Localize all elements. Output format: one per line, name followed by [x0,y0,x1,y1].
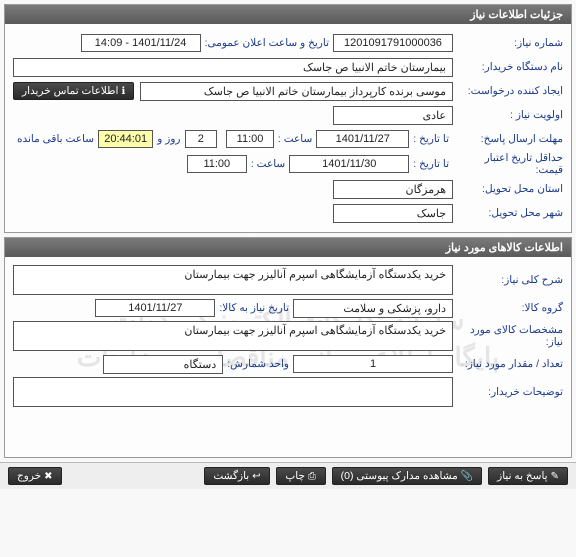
desc-value: خرید یکدستگاه آزمایشگاهی اسپرم آنالیزر ج… [13,265,453,295]
panel1-title: جزئیات اطلاعات نیاز [5,5,571,24]
desc-label: شرح کلی نیاز: [453,274,563,286]
need-no-label: شماره نیاز: [453,37,563,49]
requester-value: موسی برنده کارپرداز بیمارستان خاتم الانب… [140,82,453,101]
reply-label: پاسخ به نیاز [497,470,547,482]
price-valid-time: 11:00 [187,155,247,173]
back-button[interactable]: ↩ بازگشت [204,467,269,485]
reply-icon: ✎ [551,471,559,482]
spec-value: خرید یکدستگاه آزمایشگاهی اسپرم آنالیزر ج… [13,321,453,351]
qty-label: تعداد / مقدار مورد نیاز: [453,358,563,370]
group-value: دارو، پزشکی و سلامت [293,299,453,318]
time-label-1: ساعت : [274,133,316,145]
back-label: بازگشت [213,470,249,482]
buyer-value: بیمارستان خاتم الانبیا ص جاسک [13,58,453,77]
deadline-time: 11:00 [226,130,274,148]
attach-label: مشاهده مدارک پیوستی (0) [341,470,458,482]
exit-button[interactable]: ✖ خروج [8,467,62,485]
price-valid-label: حداقل تاریخ اعتبار قیمت: [453,152,563,176]
print-icon: ⎙ [308,471,316,482]
exit-label: خروج [17,470,41,482]
back-icon: ↩ [252,471,260,482]
need-details-panel: جزئیات اطلاعات نیاز شماره نیاز: 12010917… [4,4,572,233]
exit-icon: ✖ [44,471,52,482]
province-label: استان محل تحویل: [453,183,563,195]
view-attachments-button[interactable]: 📎 مشاهده مدارک پیوستی (0) [332,467,483,485]
city-value: جاسک [333,204,453,223]
print-label: چاپ [285,470,305,482]
need-no-value: 1201091791000036 [333,34,453,52]
deadline-label: مهلت ارسال پاسخ: [453,133,563,145]
group-label: گروه کالا: [453,302,563,314]
unit-value: دستگاه [103,355,223,374]
spec-label: مشخصات کالای مورد نیاز: [453,324,563,348]
priority-label: اولویت نیاز : [453,109,563,121]
time-label-2: ساعت : [247,158,289,170]
reply-need-button[interactable]: ✎ پاسخ به نیاز [488,467,568,485]
days-remaining: 2 [185,130,218,148]
to-date-label-2: تا تاریخ : [409,158,453,170]
goods-info-panel: اطلاعات کالاهای مورد نیاز سامانه تدارکات… [4,237,572,458]
print-button[interactable]: ⎙ چاپ [276,467,326,485]
action-toolbar: ✎ پاسخ به نیاز 📎 مشاهده مدارک پیوستی (0)… [0,462,576,489]
deadline-date: 1401/11/27 [316,130,409,148]
qty-value: 1 [293,355,453,373]
requester-label: ایجاد کننده درخواست: [453,85,563,97]
province-value: هرمزگان [333,180,453,199]
remain-label: ساعت باقی مانده [13,133,98,145]
price-valid-date: 1401/11/30 [289,155,409,173]
panel2-title: اطلاعات کالاهای مورد نیاز [5,238,571,257]
need-date-value: 1401/11/27 [95,299,215,317]
announce-value: 1401/11/24 - 14:09 [81,34,201,52]
contact-btn-label: اطلاعات تماس خریدار [22,85,118,97]
buyer-label: نام دستگاه خریدار: [453,61,563,73]
attachment-icon: 📎 [461,471,473,482]
buyer-note-label: توضیحات خریدار: [453,386,563,398]
buyer-note-value [13,377,453,407]
to-date-label: تا تاریخ : [409,133,453,145]
announce-label: تاریخ و ساعت اعلان عمومی: [201,37,333,49]
unit-label: واحد شمارش: [223,358,293,370]
need-date-label: تاریخ نیاز به کالا: [215,302,293,314]
priority-value: عادی [333,106,453,125]
info-icon: ℹ [121,86,125,97]
city-label: شهر محل تحویل: [453,207,563,219]
days-label: روز و [153,133,184,145]
countdown-timer: 20:44:01 [98,130,153,148]
contact-buyer-button[interactable]: ℹ اطلاعات تماس خریدار [13,82,134,100]
